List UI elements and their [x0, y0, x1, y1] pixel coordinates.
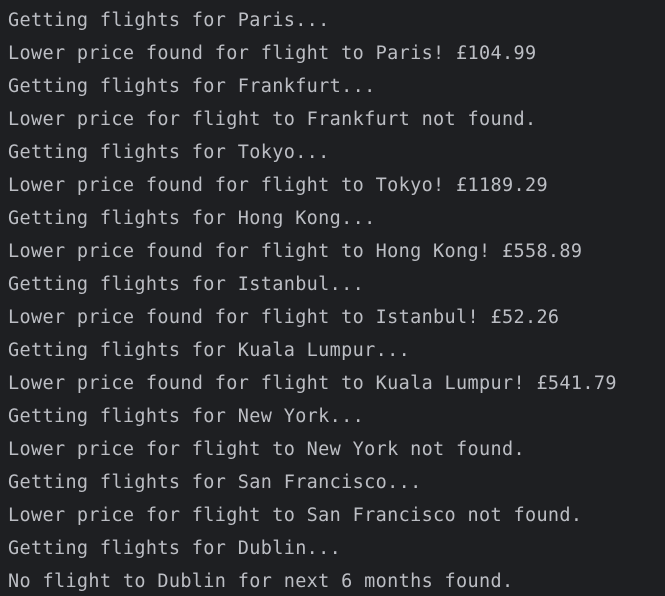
console-line: Getting flights for Istanbul...: [8, 274, 365, 295]
console-line: Lower price found for flight to Istanbul…: [8, 307, 560, 328]
console-line: No flight to Dublin for next 6 months fo…: [8, 571, 514, 592]
console-line: Lower price found for flight to Paris! £…: [8, 43, 537, 64]
console-line: Getting flights for Paris...: [8, 10, 330, 31]
console-line: Lower price found for flight to Tokyo! £…: [8, 175, 548, 196]
console-line: Getting flights for Frankfurt...: [8, 76, 376, 97]
console-line: Lower price found for flight to Hong Kon…: [8, 241, 583, 262]
console-line: Getting flights for Kuala Lumpur...: [8, 340, 411, 361]
console-line: Getting flights for San Francisco...: [8, 472, 422, 493]
console-line: Getting flights for Hong Kong...: [8, 208, 376, 229]
console-line: Lower price for flight to San Francisco …: [8, 505, 583, 526]
console-line: Getting flights for Dublin...: [8, 538, 342, 559]
console-line: Getting flights for New York...: [8, 406, 365, 427]
console-output: Getting flights for Paris... Lower price…: [0, 0, 665, 596]
console-line: Lower price for flight to New York not f…: [8, 439, 525, 460]
console-line: Lower price found for flight to Kuala Lu…: [8, 373, 617, 394]
console-line: Lower price for flight to Frankfurt not …: [8, 109, 537, 130]
console-line: Getting flights for Tokyo...: [8, 142, 330, 163]
